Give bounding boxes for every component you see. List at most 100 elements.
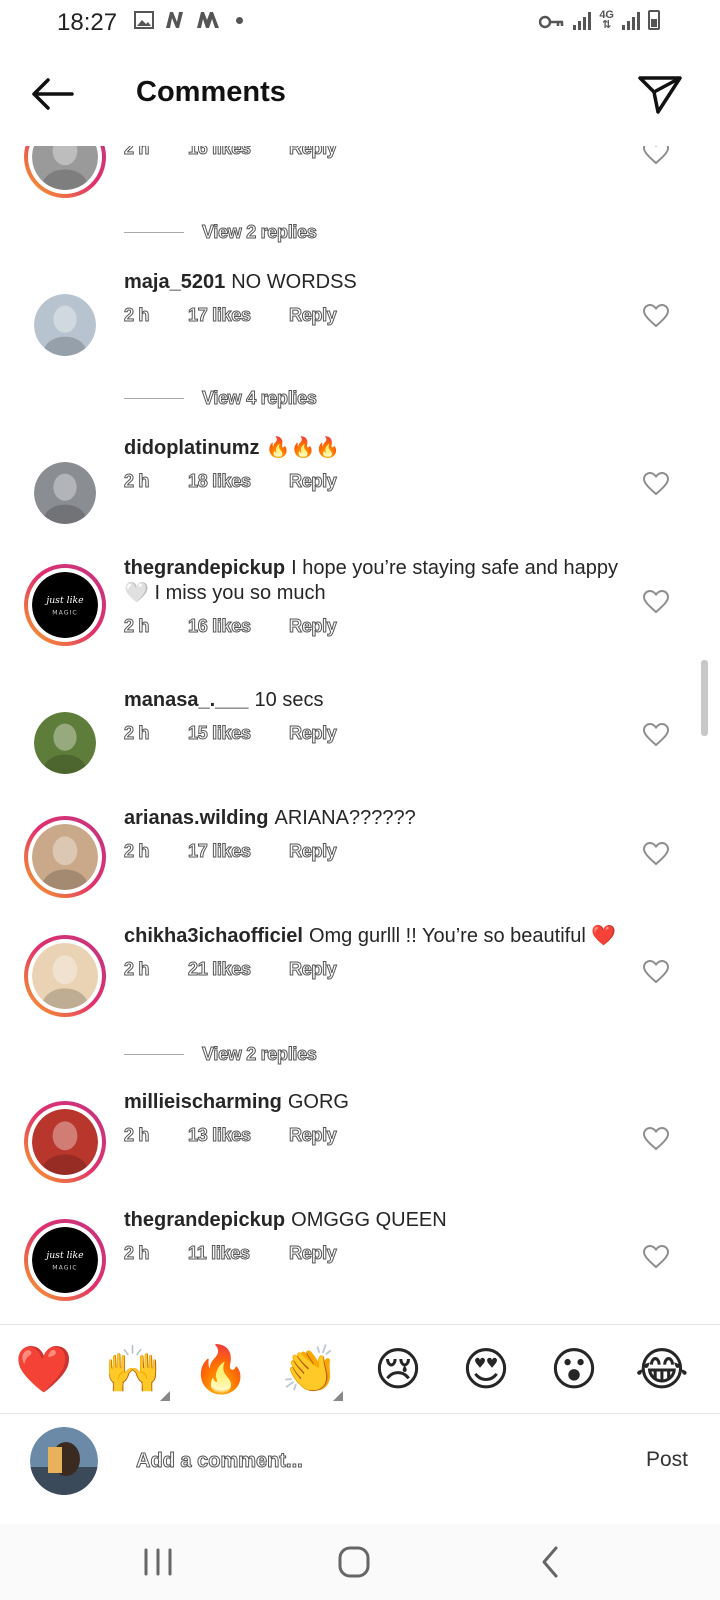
status-time: 18:27	[57, 9, 118, 36]
comment-input[interactable]	[136, 1444, 596, 1478]
view-replies-button[interactable]: View 2 replies	[124, 1044, 317, 1065]
reply-button[interactable]: Reply	[289, 1243, 338, 1264]
view-replies-button[interactable]: View 2 replies	[124, 222, 317, 243]
view-replies-button[interactable]: View 4 replies	[124, 388, 317, 409]
comment-time: 2 h	[124, 1243, 150, 1264]
n-icon	[166, 12, 183, 28]
like-heart-icon[interactable]	[643, 590, 669, 614]
like-heart-icon[interactable]	[643, 146, 669, 165]
reply-button[interactable]: Reply	[289, 841, 338, 862]
like-heart-icon[interactable]	[643, 472, 669, 496]
heart-eyes-emoji-button[interactable]: 😍	[457, 1343, 515, 1395]
system-nav-bar	[0, 1524, 720, 1600]
comment-likes[interactable]: 16 likes	[188, 616, 289, 637]
signal-icon	[573, 10, 592, 30]
like-heart-icon[interactable]	[643, 842, 669, 866]
key-icon	[539, 15, 564, 29]
avatar-frame	[30, 458, 100, 528]
like-heart-icon[interactable]	[643, 960, 669, 984]
comment-item: thegrandepickup OMGGG QUEEN 2 h 11 likes …	[124, 1208, 644, 1264]
emoji-quick-bar: ❤️ 🙌 🔥 👏 😢 😍 😮 😂	[0, 1324, 720, 1414]
view-replies-label: View 2 replies	[202, 1044, 318, 1065]
commenter-avatar[interactable]	[24, 1101, 106, 1183]
home-icon[interactable]	[334, 1544, 374, 1580]
comment-item: manasa_.___ 10 secs 2 h 15 likes Reply	[124, 688, 644, 744]
back-arrow-icon[interactable]	[28, 74, 76, 114]
user-avatar	[30, 1427, 98, 1495]
comment-text: OMGGG QUEEN	[291, 1209, 447, 1231]
reply-button[interactable]: Reply	[289, 1125, 338, 1146]
commenter-avatar[interactable]	[24, 452, 106, 534]
comment-time: 2 h	[124, 616, 150, 637]
commenter-avatar[interactable]	[24, 702, 106, 784]
comment-username[interactable]: maja_5201	[124, 271, 225, 293]
recent-apps-icon[interactable]	[138, 1544, 178, 1580]
like-heart-icon[interactable]	[643, 1127, 669, 1151]
crying-face-emoji-button[interactable]: 😢	[369, 1343, 427, 1395]
comment-likes[interactable]: 15 likes	[188, 723, 289, 744]
commenter-avatar[interactable]: just like MAGIC	[24, 1219, 106, 1301]
comment-item: maja_5201 NO WORDSS 2 h 17 likes Reply	[124, 270, 644, 326]
page-title: Comments	[136, 76, 286, 108]
like-heart-icon[interactable]	[643, 304, 669, 328]
comment-username[interactable]: chikha3ichaofficiel	[124, 925, 303, 947]
dot-icon	[236, 16, 243, 24]
raised-hands-emoji-button[interactable]: 🙌	[104, 1343, 162, 1395]
comment-likes[interactable]: 21 likes	[188, 959, 289, 980]
comment-meta: 2 h 11 likes Reply	[124, 1243, 644, 1264]
commenter-avatar[interactable]	[24, 935, 106, 1017]
comment-time: 2 h	[124, 305, 150, 326]
comment-likes[interactable]: 11 likes	[188, 1243, 289, 1264]
comment-username[interactable]: millieischarming	[124, 1091, 282, 1113]
scrollbar-thumb[interactable]	[701, 660, 708, 736]
reply-button[interactable]: Reply	[289, 305, 338, 326]
status-bar: 18:27 4G ⇅	[0, 0, 720, 46]
comment-username[interactable]: arianas.wilding	[124, 807, 268, 829]
notification-icons	[134, 11, 243, 29]
comment-time: 2 h	[124, 841, 150, 862]
like-heart-icon[interactable]	[643, 1245, 669, 1269]
surprised-emoji-button[interactable]: 😮	[545, 1343, 603, 1395]
comment-likes[interactable]: 17 likes	[188, 841, 289, 862]
comment-username[interactable]: didoplatinumz	[124, 437, 260, 459]
reply-button[interactable]: Reply	[289, 146, 338, 159]
comment-meta: 2 h 17 likes Reply	[124, 305, 644, 326]
comment-meta: 2 h 13 likes Reply	[124, 1125, 644, 1146]
back-icon[interactable]	[532, 1544, 572, 1580]
comment-list[interactable]: 2 h 16 likes Reply maja_5201 NO WORDSS 2 …	[0, 146, 720, 1324]
comment-username[interactable]: manasa_.___	[124, 689, 249, 711]
header: Comments	[0, 46, 720, 146]
signal-icon	[622, 10, 640, 30]
commenter-avatar[interactable]: just like MAGIC	[24, 564, 106, 646]
reply-button[interactable]: Reply	[289, 616, 338, 637]
comment-item: didoplatinumz 🔥🔥🔥 2 h 18 likes Reply	[124, 436, 644, 492]
heart-emoji-button[interactable]: ❤️	[15, 1343, 73, 1395]
comment-likes[interactable]: 13 likes	[188, 1125, 289, 1146]
fire-emoji-button[interactable]: 🔥	[192, 1343, 250, 1395]
comment-likes[interactable]: 18 likes	[188, 471, 289, 492]
view-replies-label: View 4 replies	[202, 388, 318, 409]
laughing-emoji-button[interactable]: 😂	[633, 1343, 691, 1395]
comment-text-line: maja_5201 NO WORDSS	[124, 270, 644, 295]
comment-username[interactable]: thegrandepickup	[124, 557, 285, 579]
like-heart-icon[interactable]	[643, 723, 669, 747]
comment-meta: 2 h 16 likes Reply	[124, 146, 644, 159]
commenter-avatar[interactable]	[24, 146, 106, 198]
reply-button[interactable]: Reply	[289, 959, 338, 980]
replies-divider	[124, 232, 184, 233]
reply-button[interactable]: Reply	[289, 723, 338, 744]
comment-likes[interactable]: 16 likes	[188, 146, 289, 159]
share-paper-plane-icon[interactable]	[636, 72, 684, 116]
post-button[interactable]: Post	[646, 1448, 688, 1472]
comment-likes[interactable]: 17 likes	[188, 305, 289, 326]
commenter-avatar[interactable]	[24, 816, 106, 898]
comment-username[interactable]: thegrandepickup	[124, 1209, 285, 1231]
comment-time: 2 h	[124, 1125, 150, 1146]
commenter-avatar[interactable]	[24, 284, 106, 366]
reply-button[interactable]: Reply	[289, 471, 338, 492]
4g-icon: 4G ⇅	[599, 10, 614, 31]
comment-text-line: chikha3ichaofficiel Omg gurlll !! You’re …	[124, 924, 644, 949]
comment-text: 🔥🔥🔥	[265, 437, 341, 459]
clapping-emoji-button[interactable]: 👏	[281, 1343, 339, 1395]
comment-meta: 2 h 15 likes Reply	[124, 723, 644, 744]
